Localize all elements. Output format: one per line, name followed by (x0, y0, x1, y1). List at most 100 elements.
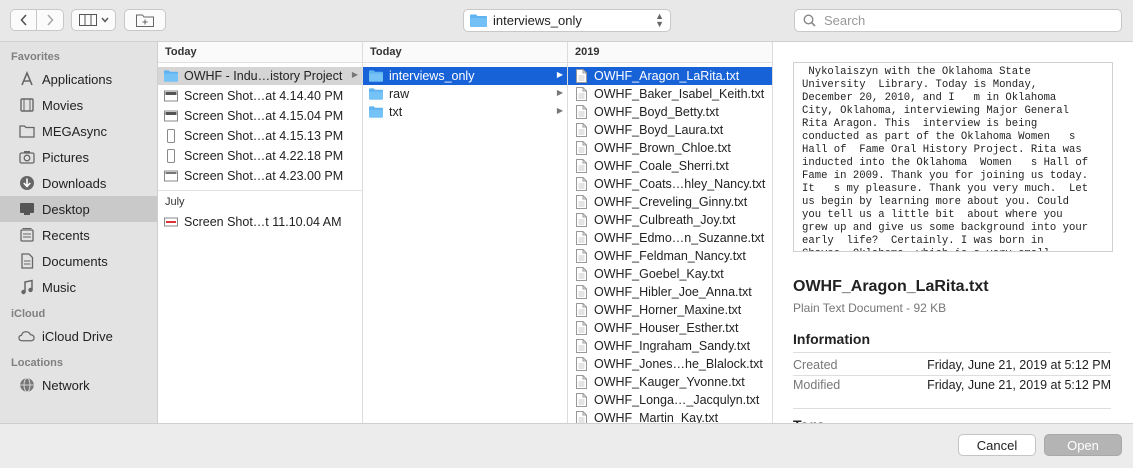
file-label: OWHF_Feldman_Nancy.txt (594, 249, 746, 263)
modified-row: Modified Friday, June 21, 2019 at 5:12 P… (793, 378, 1111, 392)
text-file-icon (574, 69, 588, 83)
text-file-icon (574, 87, 588, 101)
sidebar-item-icloud-drive[interactable]: iCloud Drive (0, 323, 157, 349)
browser-column-1: Today OWHF - Indu…istory Project ▶ Scree… (158, 42, 363, 423)
sidebar-item-network[interactable]: Network (0, 372, 157, 398)
text-file-icon (574, 249, 588, 263)
chevron-left-icon (19, 14, 27, 26)
file-label: OWHF_Culbreath_Joy.txt (594, 213, 736, 227)
sidebar-item-downloads[interactable]: Downloads (0, 170, 157, 196)
screenshot-icon (164, 169, 178, 183)
file-row[interactable]: OWHF_Longa…_Jacqulyn.txt (568, 391, 772, 409)
file-label: OWHF_Horner_Maxine.txt (594, 303, 742, 317)
column-header: Today (363, 42, 567, 63)
sidebar-item-pictures[interactable]: Pictures (0, 144, 157, 170)
sidebar-item-recents[interactable]: Recents (0, 222, 157, 248)
file-row[interactable]: OWHF_Horner_Maxine.txt (568, 301, 772, 319)
view-mode-button[interactable] (71, 9, 116, 31)
download-icon (18, 175, 35, 192)
open-button[interactable]: Open (1044, 434, 1122, 456)
locations-heading: Locations (11, 357, 63, 369)
list-item[interactable]: Screen Shot…at 4.14.40 PM (158, 87, 362, 105)
phone-screenshot-icon (164, 129, 178, 143)
sidebar-item-label: MEGAsync (42, 123, 108, 139)
file-row[interactable]: OWHF_Martin_Kay.txt (568, 409, 772, 423)
sidebar: Favorites Applications Movies MEGAsync P… (0, 42, 158, 423)
browser-column-3: 2019 OWHF_Aragon_LaRita.txt OWHF_Baker_Is… (568, 42, 773, 423)
file-row[interactable]: OWHF_Boyd_Laura.txt (568, 121, 772, 139)
file-row[interactable]: OWHF_Coats…hley_Nancy.txt (568, 175, 772, 193)
preview-text-box: Nykolaiszyn with the Oklahoma State Univ… (793, 62, 1113, 252)
screenshot-icon (164, 109, 178, 123)
text-file-icon (574, 393, 588, 407)
file-row[interactable]: OWHF_Aragon_LaRita.txt (568, 67, 772, 85)
file-row[interactable]: OWHF_Coale_Sherri.txt (568, 157, 772, 175)
list-item[interactable]: Screen Shot…at 4.22.18 PM (158, 147, 362, 165)
text-file-icon (574, 195, 588, 209)
sidebar-item-documents[interactable]: Documents (0, 248, 157, 274)
sidebar-item-label: Downloads (42, 175, 107, 191)
chevron-right-icon (47, 14, 54, 26)
file-row[interactable]: OWHF_Culbreath_Joy.txt (568, 211, 772, 229)
new-folder-button[interactable] (124, 9, 166, 31)
sidebar-item-music[interactable]: Music (0, 274, 157, 300)
file-row[interactable]: OWHF_Goebel_Kay.txt (568, 265, 772, 283)
file-label: OWHF_Boyd_Betty.txt (594, 105, 719, 119)
text-file-icon (574, 159, 588, 173)
file-row[interactable]: OWHF_Houser_Esther.txt (568, 319, 772, 337)
back-button[interactable] (10, 9, 37, 31)
created-value: Friday, June 21, 2019 at 5:12 PM (927, 358, 1111, 372)
list-item[interactable]: Screen Shot…t 11.10.04 AM (158, 213, 362, 231)
column-view-icon (78, 14, 97, 26)
file-label: OWHF_Martin_Kay.txt (594, 411, 719, 423)
file-row[interactable]: OWHF_Creveling_Ginny.txt (568, 193, 772, 211)
file-row[interactable]: OWHF_Kauger_Yvonne.txt (568, 373, 772, 391)
text-file-icon (574, 375, 588, 389)
file-row[interactable]: OWHF_Boyd_Betty.txt (568, 103, 772, 121)
sidebar-item-movies[interactable]: Movies (0, 92, 157, 118)
file-label: OWHF_Houser_Esther.txt (594, 321, 739, 335)
list-item[interactable]: OWHF - Indu…istory Project ▶ (158, 67, 362, 85)
preview-text: Nykolaiszyn with the Oklahoma State Univ… (802, 66, 1089, 251)
file-label: OWHF_Boyd_Laura.txt (594, 123, 724, 137)
toolbar: interviews_only ▲ ▼ (0, 0, 1133, 42)
desktop-icon (18, 201, 35, 218)
item-label: txt (389, 105, 403, 119)
file-row[interactable]: OWHF_Edmo…n_Suzanne.txt (568, 229, 772, 247)
sidebar-item-applications[interactable]: Applications (0, 66, 157, 92)
list-item[interactable]: interviews_only ▶ (363, 67, 567, 85)
item-label: Screen Shot…at 4.22.18 PM (184, 149, 344, 163)
list-item[interactable]: raw ▶ (363, 85, 567, 103)
list-item[interactable]: Screen Shot…at 4.15.04 PM (158, 107, 362, 125)
file-label: OWHF_Goebel_Kay.txt (594, 267, 724, 281)
location-popup[interactable]: interviews_only ▲ ▼ (463, 9, 671, 32)
modified-label: Modified (793, 378, 841, 392)
disclosure-arrow-icon: ▶ (556, 106, 563, 115)
file-row[interactable]: OWHF_Feldman_Nancy.txt (568, 247, 772, 265)
file-row[interactable]: OWHF_Ingraham_Sandy.txt (568, 337, 772, 355)
file-row[interactable]: OWHF_Baker_Isabel_Keith.txt (568, 85, 772, 103)
file-row[interactable]: OWHF_Jones…he_Blalock.txt (568, 355, 772, 373)
file-row[interactable]: OWHF_Hibler_Joe_Anna.txt (568, 283, 772, 301)
list-item[interactable]: txt ▶ (363, 103, 567, 121)
file-label: OWHF_Aragon_LaRita.txt (594, 69, 740, 83)
sidebar-item-label: Network (42, 377, 90, 393)
search-input[interactable] (822, 12, 1106, 29)
sidebar-item-desktop[interactable]: Desktop (0, 196, 157, 222)
created-row: Created Friday, June 21, 2019 at 5:12 PM (793, 358, 1111, 372)
file-label: OWHF_Coale_Sherri.txt (594, 159, 729, 173)
file-row[interactable]: OWHF_Brown_Chloe.txt (568, 139, 772, 157)
file-label: OWHF_Edmo…n_Suzanne.txt (594, 231, 765, 245)
globe-icon (18, 377, 35, 394)
folder-icon (18, 123, 35, 140)
cloud-icon (18, 328, 35, 345)
list-item[interactable]: Screen Shot…at 4.15.13 PM (158, 127, 362, 145)
list-item[interactable]: Screen Shot…at 4.23.00 PM (158, 167, 362, 185)
search-field[interactable] (794, 9, 1122, 32)
cancel-button[interactable]: Cancel (958, 434, 1036, 456)
forward-button[interactable] (37, 9, 64, 31)
file-label: OWHF_Creveling_Ginny.txt (594, 195, 748, 209)
preview-kind: Plain Text Document - 92 KB (793, 301, 947, 315)
new-folder-icon (136, 14, 154, 27)
sidebar-item-megasync[interactable]: MEGAsync (0, 118, 157, 144)
